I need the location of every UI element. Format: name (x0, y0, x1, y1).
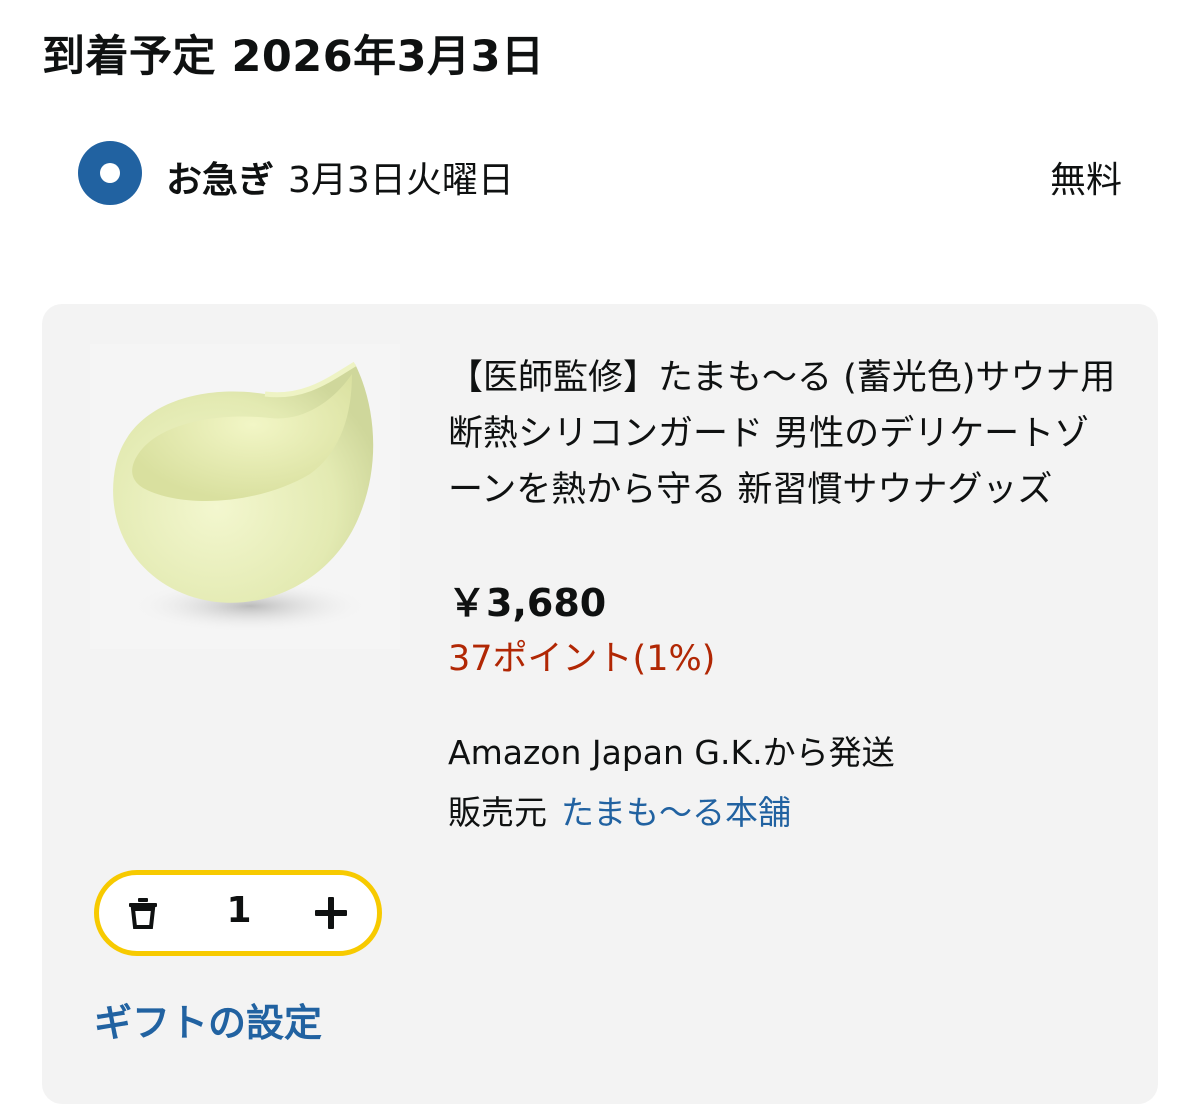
shipping-option[interactable]: お急ぎ 3月3日火曜日 無料 (78, 138, 1122, 210)
gift-settings-link[interactable]: ギフトの設定 (94, 992, 322, 1047)
quantity-stepper[interactable]: 1 (94, 870, 382, 956)
seller-prefix: 販売元 (448, 793, 547, 832)
shipping-option-label: お急ぎ 3月3日火曜日 (166, 151, 514, 203)
trash-icon[interactable] (125, 895, 161, 931)
product-points: 37ポイント(1%) (448, 639, 716, 679)
shipping-option-name: お急ぎ (166, 160, 275, 201)
product-price: ￥3,680 (448, 581, 607, 625)
cart-item-card: 【医師監修】たまも～る (蓄光色)サウナ用 断熱シリコンガード 男性のデリケート… (42, 304, 1158, 1104)
seller-link[interactable]: たまも～る本舗 (561, 793, 791, 832)
seller-info: 販売元 たまも～る本舗 (448, 786, 791, 834)
quantity-value: 1 (226, 890, 252, 931)
product-title[interactable]: 【医師監修】たまも～る (蓄光色)サウナ用 断熱シリコンガード 男性のデリケート… (448, 350, 1118, 518)
plus-icon[interactable] (311, 893, 351, 933)
shipping-option-price: 無料 (1049, 160, 1122, 201)
radio-selected-icon[interactable] (78, 141, 142, 205)
product-image[interactable] (90, 344, 400, 649)
ships-from-text: Amazon Japan G.K.から発送 (448, 733, 895, 772)
delivery-heading: 到着予定 2026年3月3日 (42, 32, 545, 82)
shipping-option-date: 3月3日火曜日 (288, 160, 514, 201)
